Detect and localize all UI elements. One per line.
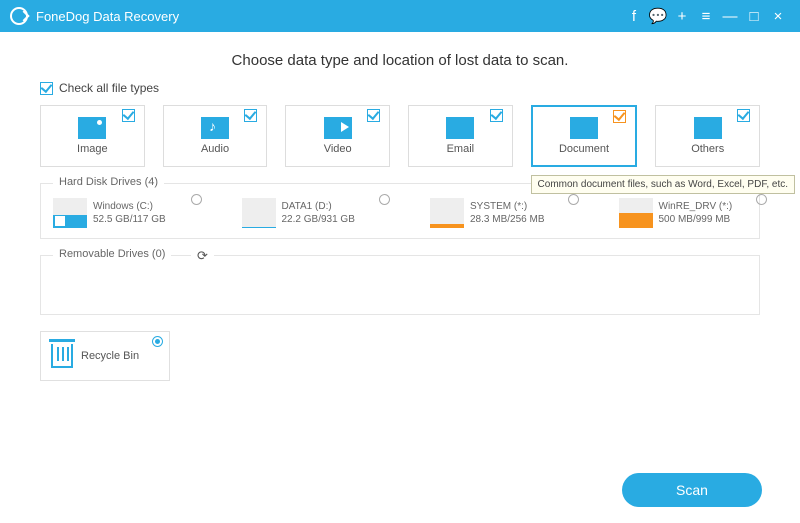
type-checkbox-document[interactable]: [613, 110, 626, 123]
image-icon: [78, 117, 106, 139]
removable-title: Removable Drives (0): [53, 248, 171, 260]
facebook-icon[interactable]: f: [622, 8, 646, 25]
drive-item[interactable]: SYSTEM (*:)28.3 MB/256 MB: [430, 198, 559, 228]
page-heading: Choose data type and location of lost da…: [0, 52, 800, 69]
titlebar: FoneDog Data Recovery f 💬 + ≡ — □ ×: [0, 0, 800, 32]
recycle-label: Recycle Bin: [81, 350, 139, 362]
document-icon: [570, 117, 598, 139]
minimize-icon[interactable]: —: [718, 8, 742, 25]
drive-usage-icon: [619, 198, 653, 228]
check-all-label: Check all file types: [59, 81, 159, 95]
drive-info: SYSTEM (*:)28.3 MB/256 MB: [470, 200, 544, 226]
drive-usage-icon: [53, 198, 87, 228]
type-card-email[interactable]: Email: [408, 105, 513, 167]
drive-usage-icon: [242, 198, 276, 228]
drive-info: WinRE_DRV (*:)500 MB/999 MB: [659, 200, 733, 226]
maximize-icon[interactable]: □: [742, 8, 766, 25]
hard-disk-title: Hard Disk Drives (4): [53, 176, 164, 188]
type-checkbox-audio[interactable]: [244, 109, 257, 122]
type-label: Document: [559, 143, 609, 155]
type-card-others[interactable]: Others: [655, 105, 760, 167]
audio-icon: [201, 117, 229, 139]
close-icon[interactable]: ×: [766, 8, 790, 25]
type-card-video[interactable]: Video: [285, 105, 390, 167]
type-label: Others: [691, 143, 724, 155]
refresh-icon[interactable]: ⟳: [191, 248, 214, 264]
others-icon: [694, 117, 722, 139]
app-logo-icon: [10, 7, 28, 25]
drive-item[interactable]: DATA1 (D:)22.2 GB/931 GB: [242, 198, 371, 228]
drive-radio[interactable]: [379, 194, 390, 205]
drive-info: DATA1 (D:)22.2 GB/931 GB: [282, 200, 355, 226]
type-checkbox-image[interactable]: [122, 109, 135, 122]
type-label: Video: [324, 143, 352, 155]
type-label: Audio: [201, 143, 229, 155]
document-tooltip: Common document files, such as Word, Exc…: [531, 175, 795, 194]
type-card-image[interactable]: Image: [40, 105, 145, 167]
scan-button[interactable]: Scan: [622, 473, 762, 507]
type-checkbox-video[interactable]: [367, 109, 380, 122]
drive-radio[interactable]: [756, 194, 767, 205]
type-label: Image: [77, 143, 108, 155]
type-card-audio[interactable]: Audio: [163, 105, 268, 167]
check-all-row[interactable]: Check all file types: [40, 81, 760, 95]
email-icon: [446, 117, 474, 139]
recycle-bin-card[interactable]: Recycle Bin: [40, 331, 170, 381]
video-icon: [324, 117, 352, 139]
drive-list: Windows (C:)52.5 GB/117 GB DATA1 (D:)22.2…: [53, 198, 747, 228]
recycle-radio[interactable]: [152, 336, 163, 347]
drive-item[interactable]: WinRE_DRV (*:)500 MB/999 MB: [619, 198, 748, 228]
app-title: FoneDog Data Recovery: [36, 9, 179, 24]
trash-icon: [51, 344, 73, 368]
drive-radio[interactable]: [191, 194, 202, 205]
type-checkbox-email[interactable]: [490, 109, 503, 122]
feedback-icon[interactable]: 💬: [646, 7, 670, 25]
drive-radio[interactable]: [568, 194, 579, 205]
drive-info: Windows (C:)52.5 GB/117 GB: [93, 200, 166, 226]
removable-section: Removable Drives (0) ⟳: [40, 255, 760, 315]
drive-usage-icon: [430, 198, 464, 228]
type-label: Email: [447, 143, 475, 155]
drive-item[interactable]: Windows (C:)52.5 GB/117 GB: [53, 198, 182, 228]
plus-icon[interactable]: +: [670, 8, 694, 25]
type-checkbox-others[interactable]: [737, 109, 750, 122]
menu-icon[interactable]: ≡: [694, 8, 718, 25]
file-type-row: Image Audio Video Email Document Others: [40, 105, 760, 167]
type-card-document[interactable]: Document: [531, 105, 638, 167]
check-all-checkbox[interactable]: [40, 82, 53, 95]
